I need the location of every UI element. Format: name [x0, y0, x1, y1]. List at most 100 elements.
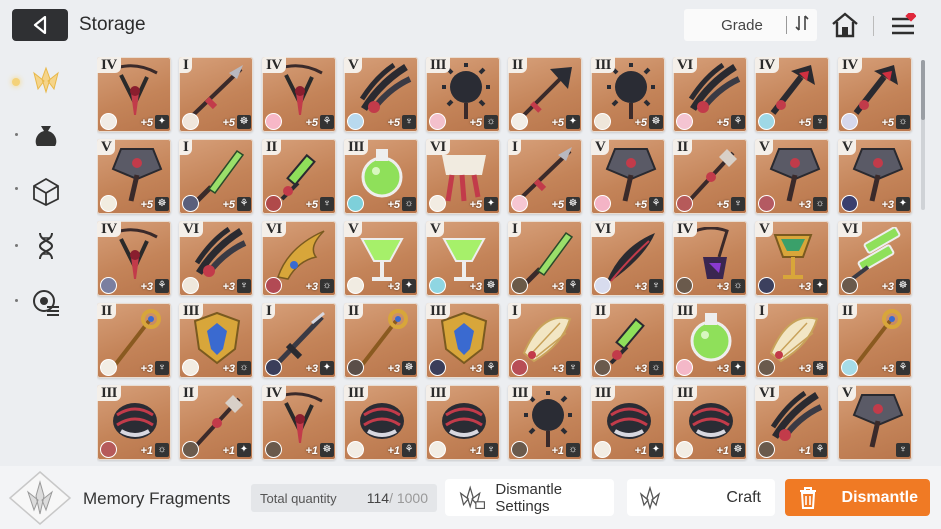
weapon-card[interactable]: VI +3 ♆ [591, 221, 665, 296]
upgrade-level: +3 [716, 281, 729, 293]
weapon-card[interactable]: I +5 ☸ [179, 57, 253, 132]
weapon-type-icon: ♆ [566, 361, 580, 375]
weapon-card[interactable]: III +1 ⚘ [344, 385, 418, 460]
grid-scrollbar[interactable] [921, 60, 925, 210]
grade-badge: V [838, 139, 857, 155]
weapon-card[interactable]: VI +3 ☼ [262, 221, 336, 296]
grade-badge: II [591, 303, 610, 319]
weapon-card[interactable]: II +5 ♆ [673, 139, 747, 214]
menu-icon[interactable] [890, 13, 916, 37]
weapon-card[interactable]: IV +3 ⚘ [97, 221, 171, 296]
weapon-card[interactable]: VI +3 ♆ [179, 221, 253, 296]
grade-badge: III [508, 385, 533, 401]
sort-dropdown[interactable]: Grade [684, 9, 817, 41]
weapon-card[interactable]: VI +3 ☸ [838, 221, 912, 296]
character-avatar [265, 277, 282, 294]
weapon-card[interactable]: IV +5 ✦ [97, 57, 171, 132]
weapon-card[interactable]: IV +5 ☼ [838, 57, 912, 132]
dismantle-button[interactable]: Dismantle [785, 479, 930, 516]
weapon-card[interactable]: I +3 ☸ [755, 303, 829, 378]
scroll-thumb[interactable] [921, 60, 925, 120]
grade-badge: IV [673, 221, 697, 237]
sidebar-item-cube[interactable] [26, 172, 66, 212]
sidebar-item-gene[interactable] [26, 226, 66, 266]
home-icon[interactable] [830, 11, 860, 39]
sidebar-item-bag[interactable] [26, 116, 66, 156]
character-avatar [758, 277, 775, 294]
weapon-card[interactable]: II +3 ♆ [97, 303, 171, 378]
weapon-card[interactable]: V +5 ☸ [97, 139, 171, 214]
weapon-card[interactable]: I +3 ✦ [262, 303, 336, 378]
craft-button[interactable]: Craft [627, 479, 775, 516]
weapon-type-icon: ☸ [484, 279, 498, 293]
weapon-card[interactable]: III +5 ☼ [344, 139, 418, 214]
character-avatar [429, 441, 446, 458]
weapon-card[interactable]: III +1 ☸ [673, 385, 747, 460]
sidebar-item-weapons[interactable] [26, 60, 66, 100]
grade-badge: I [755, 303, 769, 319]
grade-badge: VI [673, 57, 697, 73]
upgrade-level: +3 [798, 281, 811, 293]
weapon-card[interactable]: V +3 ☼ [755, 139, 829, 214]
character-avatar [347, 195, 364, 212]
weapon-card[interactable]: V +3 ✦ [344, 221, 418, 296]
weapon-card[interactable]: I +5 ☸ [508, 139, 582, 214]
sort-toggle-icon[interactable] [787, 15, 817, 35]
weapon-type-icon: ☸ [566, 197, 580, 211]
character-avatar [841, 277, 858, 294]
weapon-card[interactable]: III +1 ☼ [508, 385, 582, 460]
weapon-card[interactable]: III +3 ⚘ [426, 303, 500, 378]
back-button[interactable] [12, 9, 68, 41]
weapon-card[interactable]: III +5 ☼ [426, 57, 500, 132]
sidebar-item-module[interactable] [26, 282, 66, 322]
grade-badge: II [673, 139, 692, 155]
weapon-type-icon: ☸ [649, 115, 663, 129]
weapon-card[interactable]: IV +5 ♆ [755, 57, 829, 132]
weapon-card[interactable]: I +3 ♆ [508, 303, 582, 378]
weapon-type-icon: ☼ [731, 279, 745, 293]
weapon-card[interactable]: III +1 ☼ [97, 385, 171, 460]
grade-badge: III [591, 57, 616, 73]
weapon-card[interactable]: VI +1 ⚘ [755, 385, 829, 460]
upgrade-level: +3 [634, 281, 647, 293]
weapon-card[interactable]: IV +3 ☼ [673, 221, 747, 296]
weapon-type-icon: ⚘ [320, 115, 334, 129]
weapon-card[interactable]: V +3 ✦ [838, 139, 912, 214]
weapon-card[interactable]: V +3 ✦ [755, 221, 829, 296]
weapon-card[interactable]: II +5 ✦ [508, 57, 582, 132]
divider-dot [15, 133, 18, 136]
weapon-card[interactable]: I +3 ⚘ [508, 221, 582, 296]
weapon-type-icon: ☼ [237, 361, 251, 375]
weapon-card[interactable]: IV +1 ☸ [262, 385, 336, 460]
weapon-card[interactable]: III +1 ♆ [426, 385, 500, 460]
weapon-card[interactable]: V ♆ [838, 385, 912, 460]
weapon-card[interactable]: III +1 ✦ [591, 385, 665, 460]
knife-weapon-icon [195, 149, 245, 203]
weapon-card[interactable]: V +5 ⚘ [591, 139, 665, 214]
weapon-card[interactable]: II +3 ☼ [591, 303, 665, 378]
back-arrow-icon [33, 16, 47, 34]
weapon-card[interactable]: III +3 ✦ [673, 303, 747, 378]
weapon-card[interactable]: II +3 ⚘ [838, 303, 912, 378]
notification-badge-icon [905, 13, 916, 22]
dismantle-settings-button[interactable]: Dismantle Settings [445, 479, 614, 516]
bag-icon [35, 126, 57, 146]
quantity-box: Total quantity 114 / 1000 [251, 484, 437, 512]
weapon-card[interactable]: II +3 ☸ [344, 303, 418, 378]
grade-badge: I [179, 57, 193, 73]
weapon-card[interactable]: I +5 ⚘ [179, 139, 253, 214]
character-avatar [347, 113, 364, 130]
grade-badge: III [673, 303, 698, 319]
weapon-card[interactable]: III +5 ☸ [591, 57, 665, 132]
weapon-card[interactable]: VI +5 ✦ [426, 139, 500, 214]
weapon-card[interactable]: III +3 ☼ [179, 303, 253, 378]
weapon-card[interactable]: V +3 ☸ [426, 221, 500, 296]
grade-badge: III [179, 303, 204, 319]
upgrade-level: +3 [551, 281, 564, 293]
upgrade-level: +3 [634, 363, 647, 375]
weapon-card[interactable]: IV +5 ⚘ [262, 57, 336, 132]
weapon-card[interactable]: V +5 ♆ [344, 57, 418, 132]
weapon-card[interactable]: VI +5 ⚘ [673, 57, 747, 132]
weapon-card[interactable]: II +5 ♆ [262, 139, 336, 214]
weapon-card[interactable]: II +1 ✦ [179, 385, 253, 460]
